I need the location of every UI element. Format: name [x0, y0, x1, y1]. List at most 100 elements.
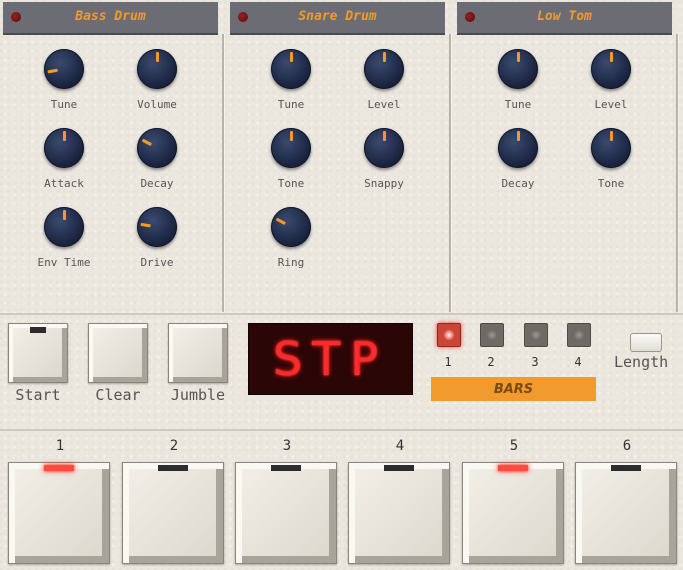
knob-dial[interactable] — [364, 49, 404, 89]
length-toggle[interactable] — [630, 333, 662, 352]
step-pad-1[interactable] — [8, 462, 110, 564]
step-pad-4[interactable] — [348, 462, 450, 564]
knob-snare-ring[interactable]: Ring — [246, 207, 336, 269]
knob-label: Env Time — [37, 256, 91, 269]
start-button[interactable] — [8, 323, 68, 383]
clear-button[interactable] — [88, 323, 148, 383]
step-led — [44, 465, 74, 471]
bar-4-led[interactable] — [567, 323, 591, 347]
knob-snare-tone[interactable]: Tone — [246, 128, 336, 190]
pad-face[interactable] — [8, 462, 110, 564]
step-pad-6[interactable] — [575, 462, 677, 564]
knob-indicator — [517, 131, 520, 141]
step-led — [384, 465, 414, 471]
bar-number: 3 — [531, 355, 539, 369]
start-label: Start — [15, 386, 61, 404]
knob-label: Tone — [597, 177, 625, 190]
knob-bass-drive[interactable]: Drive — [112, 207, 202, 269]
divider — [676, 34, 679, 312]
knob-label: Tone — [277, 177, 305, 190]
knob-dial[interactable] — [498, 128, 538, 168]
knob-indicator — [517, 52, 520, 62]
led-display: STP — [248, 323, 413, 395]
step-led — [611, 465, 641, 471]
knob-indicator — [47, 68, 58, 74]
knob-indicator — [63, 210, 66, 220]
knob-label: Ring — [277, 256, 305, 269]
knob-bass-tune[interactable]: Tune — [19, 49, 109, 111]
knob-dial[interactable] — [271, 49, 311, 89]
length-label: Length — [614, 353, 669, 371]
panel-title: Low Tom — [537, 9, 592, 24]
panel-header: Bass Drum — [3, 2, 218, 35]
step-pad-3[interactable] — [235, 462, 337, 564]
pad-face[interactable] — [348, 462, 450, 564]
knob-bass-attack[interactable]: Attack — [19, 128, 109, 190]
knob-tom-tune[interactable]: Tune — [473, 49, 563, 111]
knob-indicator — [610, 52, 613, 62]
knob-indicator — [140, 222, 151, 228]
knob-snare-level[interactable]: Level — [339, 49, 429, 111]
step-number: 3 — [282, 438, 292, 454]
knob-tom-level[interactable]: Level — [566, 49, 656, 111]
pad-face[interactable] — [575, 462, 677, 564]
clear-label: Clear — [95, 386, 141, 404]
knob-dial[interactable] — [137, 207, 177, 247]
knob-dial[interactable] — [44, 207, 84, 247]
step-led — [498, 465, 528, 471]
knob-dial[interactable] — [271, 128, 311, 168]
knob-dial[interactable] — [44, 128, 84, 168]
panel-header: Snare Drum — [230, 2, 445, 35]
knob-label: Tune — [277, 98, 305, 111]
button-face[interactable] — [168, 323, 228, 383]
knob-tom-tone[interactable]: Tone — [566, 128, 656, 190]
knob-indicator — [383, 52, 386, 62]
knob-bass-decay[interactable]: Decay — [112, 128, 202, 190]
knob-label: Tune — [50, 98, 78, 111]
knob-label: Level — [367, 98, 401, 111]
step-led — [271, 465, 301, 471]
divider — [449, 34, 452, 312]
button-face[interactable] — [88, 323, 148, 383]
pad-face[interactable] — [462, 462, 564, 564]
knob-label: Attack — [44, 177, 84, 190]
knob-indicator — [63, 131, 66, 141]
knob-dial[interactable] — [591, 128, 631, 168]
knob-dial[interactable] — [364, 128, 404, 168]
knob-indicator — [290, 131, 293, 141]
pad-face[interactable] — [122, 462, 224, 564]
jumble-button[interactable] — [168, 323, 228, 383]
knob-label: Snappy — [364, 177, 404, 190]
step-number: 4 — [395, 438, 405, 454]
knob-label: Level — [594, 98, 628, 111]
knob-dial[interactable] — [498, 49, 538, 89]
divider — [0, 313, 683, 315]
divider — [0, 429, 683, 431]
knob-dial[interactable] — [137, 49, 177, 89]
bar-3-led[interactable] — [524, 323, 548, 347]
knob-dial[interactable] — [271, 207, 311, 247]
knob-bass-env-time[interactable]: Env Time — [19, 207, 109, 269]
knob-label: Volume — [137, 98, 177, 111]
bar-2-led[interactable] — [480, 323, 504, 347]
bar-1-led[interactable] — [437, 323, 461, 347]
knob-bass-volume[interactable]: Volume — [112, 49, 202, 111]
knob-tom-decay[interactable]: Decay — [473, 128, 563, 190]
step-pad-5[interactable] — [462, 462, 564, 564]
knob-dial[interactable] — [44, 49, 84, 89]
knob-label: Decay — [501, 177, 535, 190]
knob-dial[interactable] — [591, 49, 631, 89]
knob-label: Decay — [140, 177, 174, 190]
step-number: 2 — [169, 438, 179, 454]
knob-indicator — [141, 138, 153, 147]
step-pad-2[interactable] — [122, 462, 224, 564]
bars-label: BARS — [431, 377, 596, 401]
knob-snare-tune[interactable]: Tune — [246, 49, 336, 111]
step-number: 5 — [509, 438, 519, 454]
pad-face[interactable] — [235, 462, 337, 564]
knob-label: Drive — [140, 256, 174, 269]
bar-number: 2 — [487, 355, 495, 369]
knob-dial[interactable] — [137, 128, 177, 168]
jumble-label: Jumble — [170, 386, 226, 404]
knob-snare-snappy[interactable]: Snappy — [339, 128, 429, 190]
